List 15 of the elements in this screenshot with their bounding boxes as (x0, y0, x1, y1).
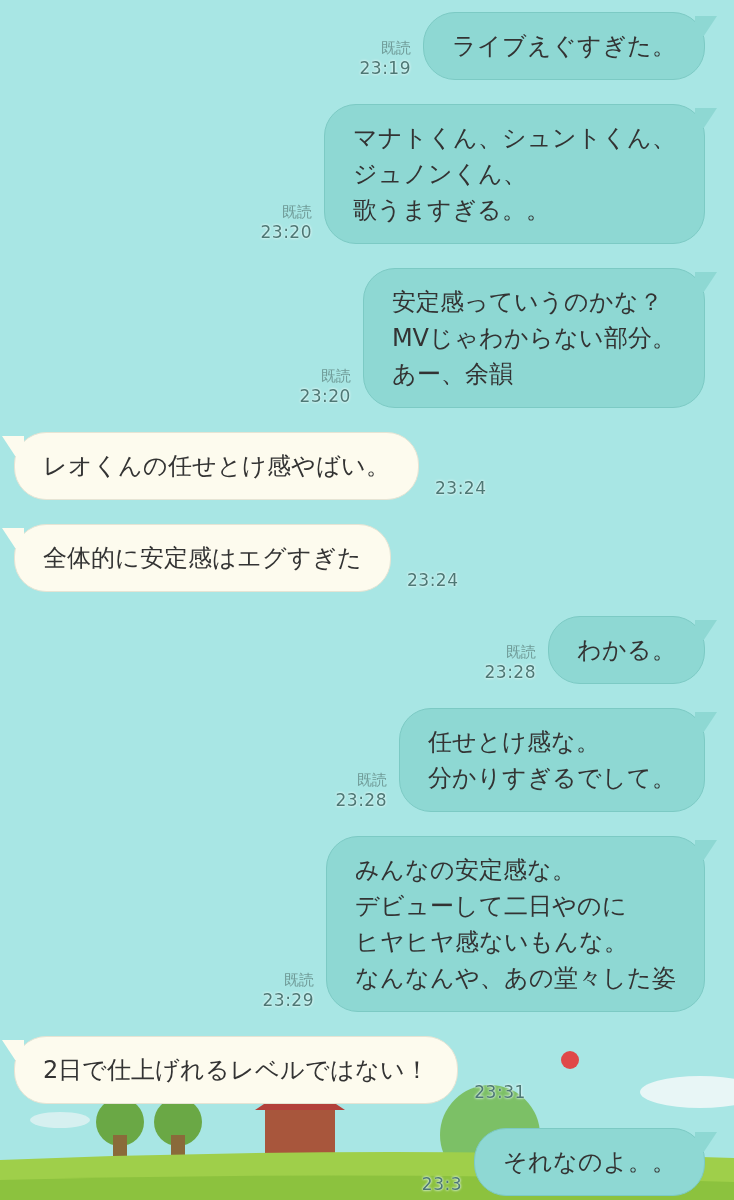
read-label: 既読 (320, 367, 351, 386)
message-time: 23:24 (435, 478, 487, 498)
read-label: 既読 (506, 643, 536, 662)
message-time: 23:28 (335, 790, 387, 810)
message-time: 23:28 (484, 662, 536, 682)
message-time: 23:3 (421, 1174, 462, 1194)
message-time: 23:29 (262, 990, 314, 1010)
message-time: 23:20 (260, 222, 312, 242)
message-time: 23:19 (359, 58, 411, 78)
read-label: 既読 (381, 39, 411, 58)
message-time: 23:24 (407, 570, 459, 590)
read-label: 既読 (282, 203, 312, 222)
read-label: 既読 (284, 971, 314, 990)
read-label: 既読 (357, 771, 387, 790)
message-time: 23:20 (299, 386, 351, 406)
